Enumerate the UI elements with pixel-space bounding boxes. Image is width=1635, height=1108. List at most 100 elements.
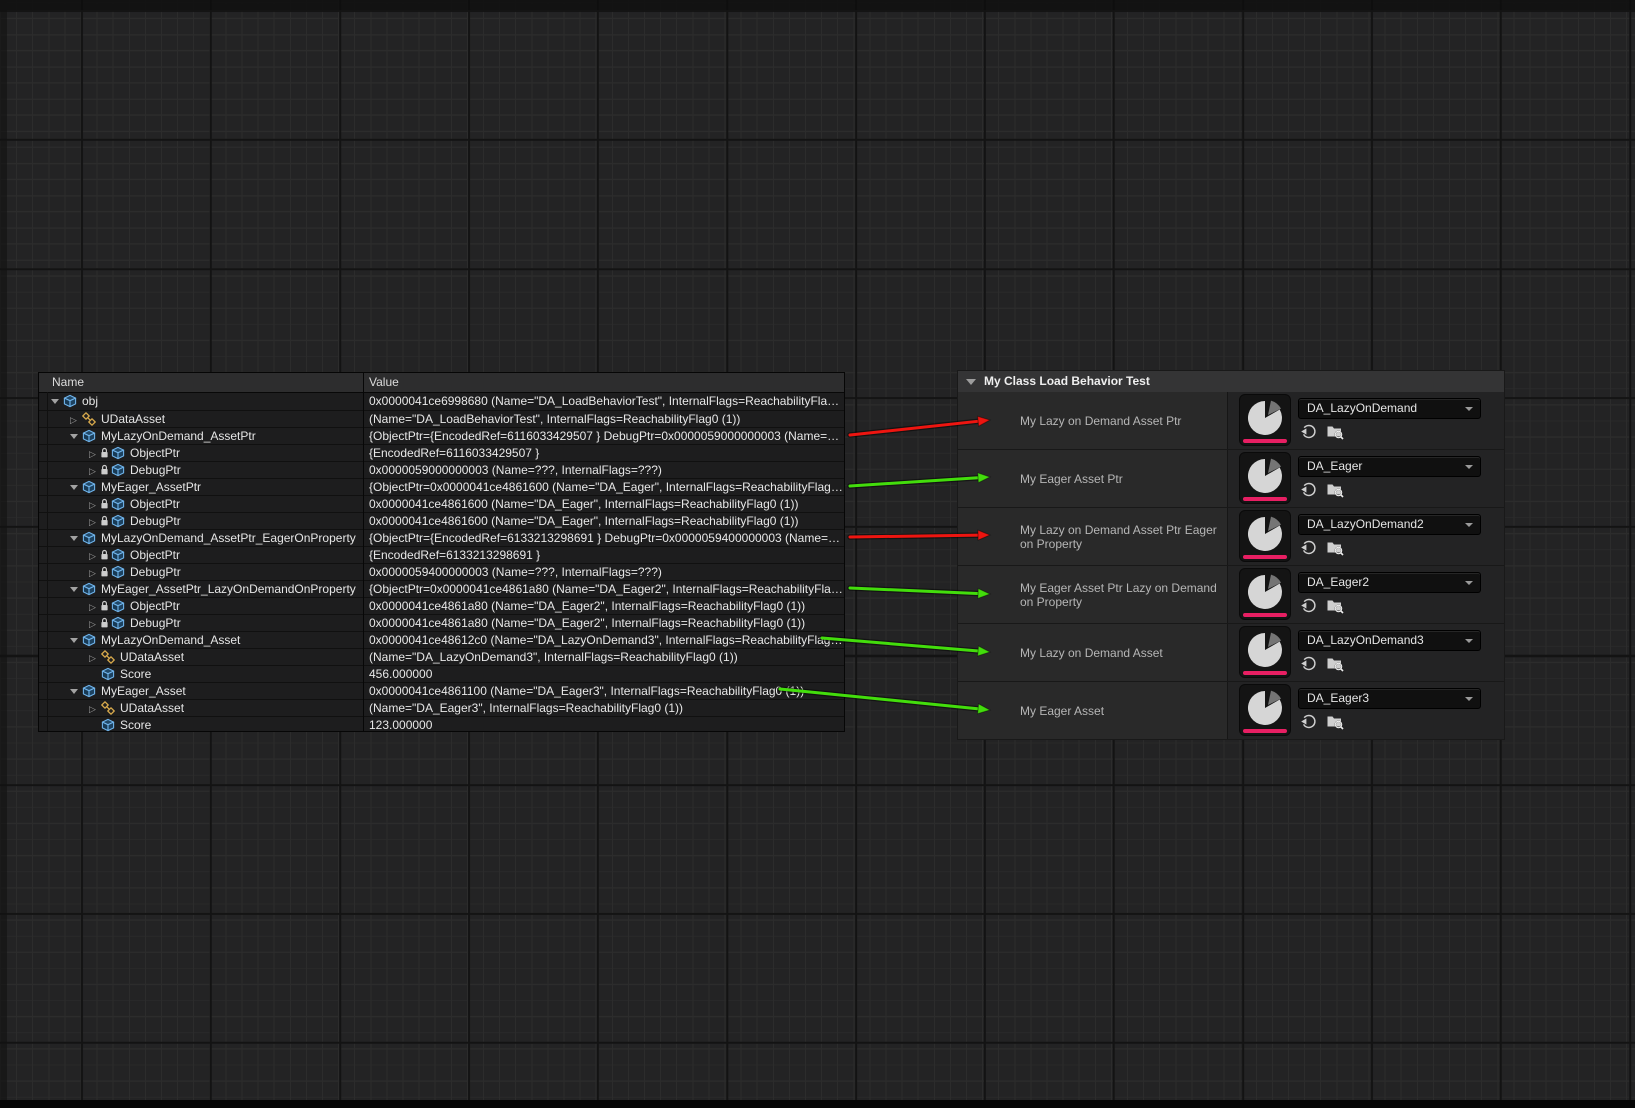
use-selected-asset-button[interactable]	[1300, 539, 1317, 556]
expander-icon[interactable]	[87, 547, 100, 563]
expander-icon[interactable]	[87, 462, 100, 478]
asset-picker-dropdown[interactable]: DA_LazyOnDemand2	[1298, 514, 1481, 535]
property-name: UDataAsset	[101, 411, 165, 427]
name-cell: ObjectPtr	[39, 598, 411, 614]
table-row[interactable]: ObjectPtr 0x0000041ce4861a80 (Name="DA_E…	[39, 597, 844, 614]
asset-picker-dropdown[interactable]: DA_Eager	[1298, 456, 1481, 477]
property-name: UDataAsset	[120, 649, 184, 665]
asset-picker-dropdown[interactable]: DA_Eager3	[1298, 688, 1481, 709]
pie-thumbnail-icon	[1245, 572, 1285, 612]
property-name: ObjectPtr	[130, 496, 180, 512]
name-cell: DebugPtr	[39, 564, 411, 580]
column-header-name[interactable]: Name	[52, 373, 84, 392]
browse-to-asset-button[interactable]	[1326, 481, 1343, 498]
lock-icon	[100, 447, 109, 459]
expander-icon[interactable]	[49, 393, 62, 409]
expander-icon[interactable]	[87, 513, 100, 529]
table-row[interactable]: MyLazyOnDemand_Asset 0x0000041ce48612c0 …	[39, 631, 844, 648]
category-header[interactable]: My Class Load Behavior Test	[958, 371, 1504, 393]
column-divider[interactable]	[363, 373, 364, 731]
table-row[interactable]: ObjectPtr {EncodedRef=6116033429507 }	[39, 444, 844, 461]
asset-thumbnail[interactable]	[1239, 510, 1291, 562]
table-row[interactable]: DebugPtr 0x0000059400000003 (Name=???, I…	[39, 563, 844, 580]
use-selected-asset-button[interactable]	[1300, 423, 1317, 440]
expander-icon[interactable]	[68, 428, 81, 444]
expander-icon[interactable]	[68, 632, 81, 648]
table-row[interactable]: Score 456.000000	[39, 665, 844, 682]
expander-icon[interactable]	[87, 598, 100, 614]
browse-to-asset-button[interactable]	[1326, 713, 1343, 730]
lock-icon	[100, 498, 109, 510]
table-row[interactable]: MyLazyOnDemand_AssetPtr {ObjectPtr={Enco…	[39, 427, 844, 444]
expander-icon[interactable]	[68, 479, 81, 495]
table-row[interactable]: ObjectPtr {EncodedRef=6133213298691 }	[39, 546, 844, 563]
browse-to-asset-button[interactable]	[1326, 655, 1343, 672]
asset-thumbnail[interactable]	[1239, 684, 1291, 736]
browse-to-asset-button[interactable]	[1326, 539, 1343, 556]
expander-icon[interactable]	[87, 717, 100, 733]
expander-icon[interactable]	[68, 411, 81, 427]
property-name: MyEager_Asset	[101, 683, 186, 699]
asset-picker-dropdown[interactable]: DA_Eager2	[1298, 572, 1481, 593]
expander-icon[interactable]	[87, 700, 100, 716]
use-selected-asset-button[interactable]	[1300, 713, 1317, 730]
property-value: 0x0000041ce6998680 (Name="DA_LoadBehavio…	[363, 393, 844, 409]
table-row[interactable]: ObjectPtr 0x0000041ce4861600 (Name="DA_E…	[39, 495, 844, 512]
name-cell: UDataAsset	[39, 649, 411, 665]
table-row[interactable]: UDataAsset (Name="DA_LoadBehaviorTest", …	[39, 410, 844, 427]
table-row[interactable]: MyLazyOnDemand_AssetPtr_EagerOnProperty …	[39, 529, 844, 546]
asset-picker-dropdown[interactable]: DA_LazyOnDemand3	[1298, 630, 1481, 651]
expander-icon[interactable]	[87, 496, 100, 512]
property-name: DebugPtr	[130, 564, 181, 580]
table-row[interactable]: UDataAsset (Name="DA_LazyOnDemand3", Int…	[39, 648, 844, 665]
expander-icon[interactable]	[87, 615, 100, 631]
collapse-arrow-icon[interactable]	[966, 379, 976, 385]
table-row[interactable]: MyEager_Asset 0x0000041ce4861100 (Name="…	[39, 682, 844, 699]
asset-thumbnail[interactable]	[1239, 452, 1291, 504]
expander-icon[interactable]	[68, 683, 81, 699]
use-selected-asset-button[interactable]	[1300, 597, 1317, 614]
table-row[interactable]: obj 0x0000041ce6998680 (Name="DA_LoadBeh…	[39, 393, 844, 410]
property-value: 456.000000	[363, 666, 844, 682]
expander-icon[interactable]	[68, 530, 81, 546]
browse-to-asset-button[interactable]	[1326, 597, 1343, 614]
property-name: MyEager_AssetPtr_LazyOnDemandOnProperty	[101, 581, 356, 597]
name-cell: MyLazyOnDemand_AssetPtr_EagerOnProperty	[39, 530, 392, 546]
struct-icon	[82, 429, 97, 443]
asset-thumbnail[interactable]	[1239, 626, 1291, 678]
struct-icon	[82, 684, 97, 698]
table-row[interactable]: UDataAsset (Name="DA_Eager3", InternalFl…	[39, 699, 844, 716]
column-header-value[interactable]: Value	[369, 373, 399, 392]
table-row[interactable]: Score 123.000000	[39, 716, 844, 733]
lock-icon	[100, 617, 109, 629]
table-row[interactable]: DebugPtr 0x0000059000000003 (Name=???, I…	[39, 461, 844, 478]
asset-thumbnail[interactable]	[1239, 394, 1291, 446]
expander-icon[interactable]	[68, 581, 81, 597]
lock-icon	[100, 549, 109, 561]
use-selected-asset-button[interactable]	[1300, 655, 1317, 672]
asset-picker-dropdown[interactable]: DA_LazyOnDemand	[1298, 398, 1481, 419]
class-icon	[101, 650, 116, 664]
expander-icon[interactable]	[87, 564, 100, 580]
asset-type-color-bar	[1243, 555, 1287, 559]
lock-icon	[100, 566, 109, 578]
use-selected-asset-button[interactable]	[1300, 481, 1317, 498]
property-value: 0x0000041ce4861a80 (Name="DA_Eager2", In…	[363, 615, 844, 631]
category-title: My Class Load Behavior Test	[984, 371, 1150, 392]
table-row[interactable]: MyEager_AssetPtr_LazyOnDemandOnProperty …	[39, 580, 844, 597]
graph-canvas[interactable]: Name Value obj 0x0000041ce6998680 (Name=	[0, 0, 1635, 1108]
table-row[interactable]: DebugPtr 0x0000041ce4861a80 (Name="DA_Ea…	[39, 614, 844, 631]
browse-to-asset-button[interactable]	[1326, 423, 1343, 440]
expander-icon[interactable]	[87, 445, 100, 461]
expander-icon[interactable]	[87, 649, 100, 665]
table-row[interactable]: DebugPtr 0x0000041ce4861600 (Name="DA_Ea…	[39, 512, 844, 529]
name-cell: ObjectPtr	[39, 496, 411, 512]
property-value: 0x0000041ce4861600 (Name="DA_Eager", Int…	[363, 496, 844, 512]
asset-toolbar	[1300, 423, 1343, 440]
asset-type-color-bar	[1243, 729, 1287, 733]
expander-icon[interactable]	[87, 666, 100, 682]
property-row: My Lazy on Demand Asset Ptr Eager on Pro…	[958, 508, 1504, 566]
table-row[interactable]: MyEager_AssetPtr {ObjectPtr=0x0000041ce4…	[39, 478, 844, 495]
asset-thumbnail[interactable]	[1239, 568, 1291, 620]
property-name: MyLazyOnDemand_Asset	[101, 632, 240, 648]
